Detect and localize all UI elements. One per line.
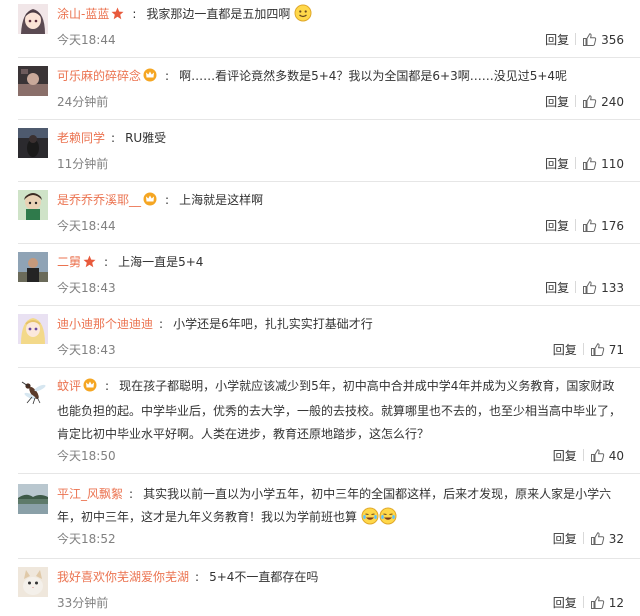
thumbs-up-icon[interactable] (590, 448, 605, 469)
comment-text: 5+4不一直都存在吗 (209, 570, 319, 584)
divider (18, 367, 640, 368)
star-badge-icon (83, 253, 96, 276)
reply-button[interactable]: 回复 (545, 154, 569, 174)
reply-button[interactable]: 回复 (553, 593, 577, 613)
reply-button[interactable]: 回复 (545, 30, 569, 50)
divider (18, 305, 640, 306)
comment-text-line: 涂山-蓝蓝: 我家那边一直都是五加四啊 (57, 3, 624, 30)
username-link[interactable]: 涂山-蓝蓝 (57, 7, 109, 21)
reply-button[interactable]: 回复 (553, 446, 577, 466)
thumbs-up-icon[interactable] (590, 595, 605, 616)
comment-text-line: 二舅: 上海一直是5+4 (57, 251, 624, 276)
comment-text: 啊……看评论竟然多数是5+4？我以为全国都是6+3啊……没见过5+4呢 (179, 69, 568, 83)
reply-button[interactable]: 回复 (553, 529, 577, 549)
comment-time: 今天18:50 (57, 449, 116, 463)
thumbs-up-icon[interactable] (582, 94, 597, 115)
comment-text-block: 蚊评: 现在孩子都聪明，小学就应该减少到5年，初中高中合并成中学4年并成为义务教育… (57, 377, 622, 441)
username-link[interactable]: 可乐麻的碎碎念 (57, 69, 141, 83)
username-link[interactable]: 蚊评 (57, 379, 81, 393)
reply-button[interactable]: 回复 (545, 216, 569, 236)
like-count: 356 (601, 33, 624, 47)
username-link[interactable]: 迪小迪那个迪迪迪 (57, 317, 153, 331)
comment-text: 现在孩子都聪明，小学就应该减少到5年，初中高中合并成中学4年并成为义务教育，国家… (57, 379, 622, 441)
avatar[interactable] (18, 252, 48, 282)
like-count: 40 (608, 449, 624, 463)
like-count: 240 (601, 95, 624, 109)
like-count: 110 (601, 157, 624, 171)
reply-button[interactable]: 回复 (553, 340, 577, 360)
like-count: 176 (601, 219, 624, 233)
avatar[interactable] (18, 66, 48, 96)
thumbs-up-icon[interactable] (582, 280, 597, 301)
comment-text: 小学还是6年吧，扎扎实实打基础才行 (173, 317, 373, 331)
comment-time: 今天18:52 (57, 532, 116, 546)
avatar[interactable] (18, 314, 48, 344)
avatar[interactable] (18, 128, 48, 158)
smile-emoji-icon (294, 4, 312, 30)
comment-time: 33分钟前 (57, 596, 109, 610)
comment-text-line: 是乔乔乔溪耶__: 上海就是这样啊 (57, 189, 624, 214)
comment-time: 今天18:44 (57, 33, 116, 47)
comment-text: 我家那边一直都是五加四啊 (146, 7, 291, 21)
like-count: 12 (608, 596, 624, 610)
comment-text-line: 我好喜欢你芜湖爱你芜湖:5+4不一直都存在吗 (57, 570, 319, 584)
thumbs-up-icon[interactable] (590, 342, 605, 363)
crown-badge-icon (143, 191, 157, 214)
comment-text: 上海就是这样啊 (179, 193, 264, 207)
comment-text-block: 平江_风飘絮: 其实我以前一直以为小学五年，初中三年的全国都这样，后来才发现，原来… (57, 483, 624, 533)
divider (18, 57, 640, 58)
username-link[interactable]: 是乔乔乔溪耶__ (57, 193, 141, 207)
avatar[interactable] (18, 190, 48, 220)
comment-time: 今天18:44 (57, 219, 116, 233)
like-count: 32 (608, 532, 624, 546)
comment-time: 11分钟前 (57, 157, 109, 171)
username-link[interactable]: 老赖同学 (57, 131, 105, 145)
avatar[interactable] (18, 567, 48, 597)
username-link[interactable]: 我好喜欢你芜湖爱你芜湖 (57, 570, 189, 584)
like-count: 71 (608, 343, 624, 357)
username-link[interactable]: 二舅 (57, 255, 81, 269)
comment-text: 上海一直是5+4 (118, 255, 204, 269)
comment-text-line: 可乐麻的碎碎念: 啊……看评论竟然多数是5+4？我以为全国都是6+3啊……没见过5… (57, 65, 624, 90)
avatar[interactable] (18, 376, 48, 406)
divider (18, 243, 640, 244)
thumbs-up-icon[interactable] (582, 32, 597, 53)
avatar[interactable] (18, 4, 48, 34)
reply-button[interactable]: 回复 (545, 278, 569, 298)
like-count: 133 (601, 281, 624, 295)
divider (18, 473, 640, 474)
comment-time: 今天18:43 (57, 343, 116, 357)
comment-text-line: 老赖同学: RU雅受 (57, 131, 167, 145)
thumbs-up-icon[interactable] (582, 218, 597, 239)
comment-text: 其实我以前一直以为小学五年，初中三年的全国都这样，后来才发现，原来人家是小学六年… (57, 487, 612, 524)
divider (18, 181, 640, 182)
comment-text-line: 迪小迪那个迪迪迪: 小学还是6年吧，扎扎实实打基础才行 (57, 317, 373, 331)
comment-time: 今天18:43 (57, 281, 116, 295)
reply-button[interactable]: 回复 (545, 92, 569, 112)
comment-time: 24分钟前 (57, 95, 109, 109)
thumbs-up-icon[interactable] (582, 156, 597, 177)
divider (18, 558, 640, 559)
crown-badge-icon (143, 67, 157, 90)
thumbs-up-icon[interactable] (590, 531, 605, 552)
comment-text: RU雅受 (125, 131, 167, 145)
divider (18, 119, 640, 120)
crown-badge-icon (83, 377, 97, 400)
star-badge-icon (111, 5, 124, 28)
username-link[interactable]: 平江_风飘絮 (57, 487, 123, 501)
avatar[interactable] (18, 484, 48, 514)
